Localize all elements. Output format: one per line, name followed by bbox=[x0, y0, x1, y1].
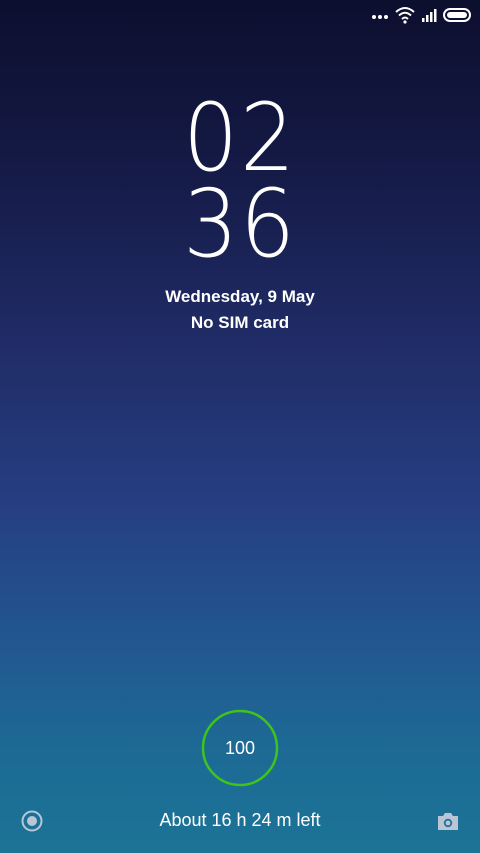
battery-icon bbox=[443, 7, 471, 23]
lock-screen[interactable]: { "status_bar": { "icons": ["more-dots-i… bbox=[0, 0, 480, 853]
status-bar bbox=[0, 0, 480, 30]
wifi-icon bbox=[395, 6, 415, 24]
battery-time-left: About 16 h 24 m left bbox=[159, 810, 321, 830]
battery-indicator[interactable]: 100 bbox=[201, 709, 279, 787]
battery-level: 100 bbox=[224, 738, 256, 758]
more-dots-icon bbox=[371, 6, 389, 24]
sim-status-text: No SIM card bbox=[190, 313, 290, 332]
camera-icon[interactable] bbox=[436, 810, 460, 832]
clock: 02 36 bbox=[0, 92, 480, 279]
status-icons bbox=[371, 6, 471, 24]
date-text: Wednesday, 9 May bbox=[165, 287, 315, 306]
record-circle-icon[interactable] bbox=[21, 810, 43, 832]
signal-icon bbox=[421, 7, 437, 23]
clock-minutes: 36 bbox=[183, 170, 297, 279]
